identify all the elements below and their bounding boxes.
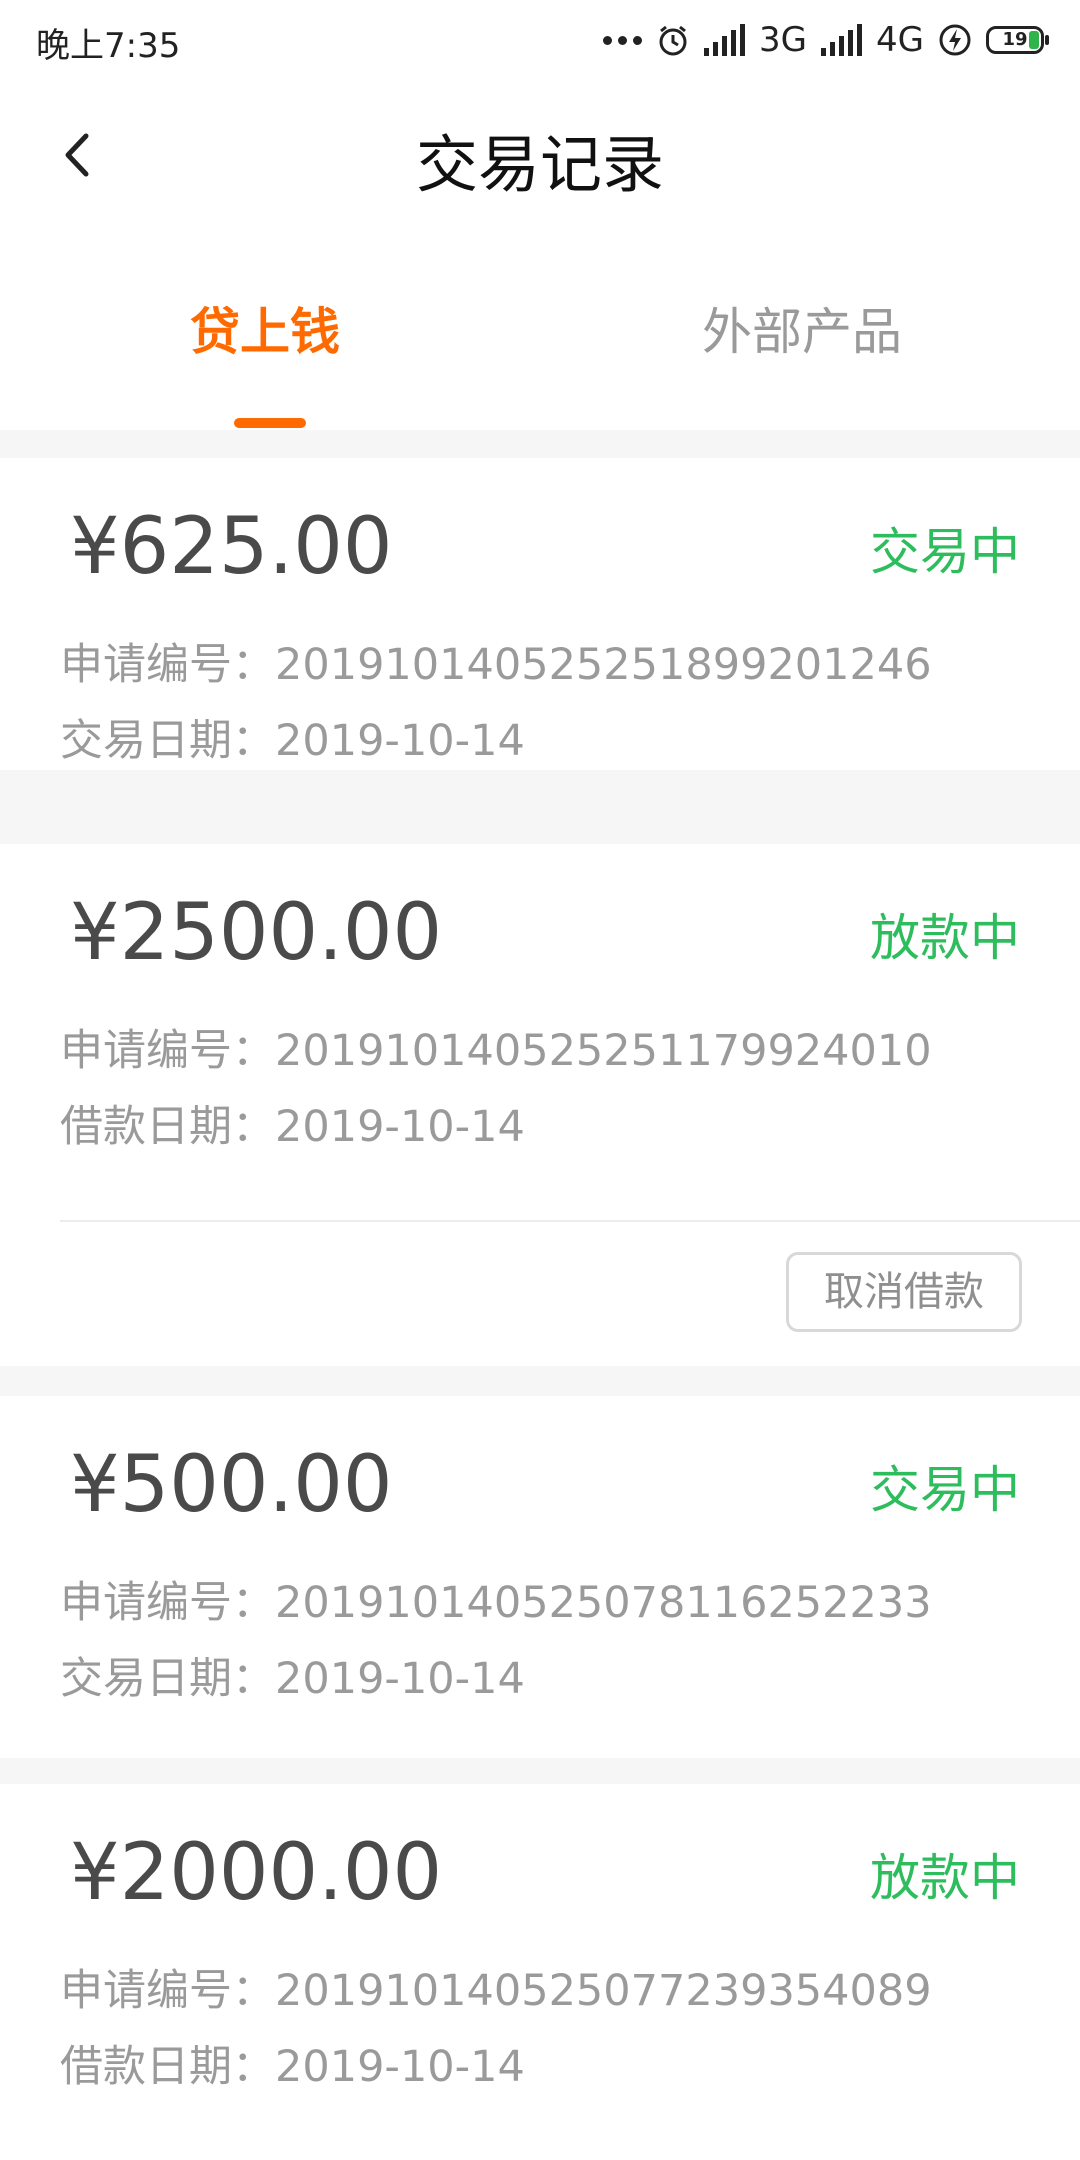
record-apply-no: 申请编号：20191014052507723935​4089 <box>60 1956 932 2018</box>
network-3g-label: 3G <box>759 20 808 60</box>
tab-bar: 贷上钱 外部产品 <box>0 230 1080 430</box>
record-date: 借款日期：2019-10-14 <box>60 2032 525 2094</box>
apply-no-label: 申请编号： <box>60 1578 275 1628</box>
record-card[interactable]: ¥2500.00 放款中 申请编号：20191014052525117992​4… <box>0 844 1080 1366</box>
record-apply-no: 申请编号：20191014052507811625​2233 <box>60 1568 932 1630</box>
date-value: 2019-10-14 <box>275 716 525 766</box>
date-value: 2019-10-14 <box>275 1654 525 1704</box>
record-status: 放款中 <box>870 1849 1020 1907</box>
date-label: 借款日期： <box>60 1102 275 1152</box>
tab-indicator <box>234 418 306 428</box>
record-status: 交易中 <box>870 1461 1020 1519</box>
record-date: 借款日期：2019-10-14 <box>60 1092 525 1154</box>
apply-no-label: 申请编号： <box>60 1026 275 1076</box>
record-date: 交易日期：2019-10-14 <box>60 1644 525 1706</box>
record-card[interactable]: ¥2000.00 放款中 申请编号：20191014052507723935​4… <box>0 1784 1080 2160</box>
apply-no-value: 20191014052525189920​1246 <box>275 640 932 690</box>
status-time: 晚上7:35 <box>36 26 181 66</box>
page-title: 交易记录 <box>415 128 664 201</box>
apply-no-label: 申请编号： <box>60 1966 275 2016</box>
signal-icon-2 <box>821 24 863 56</box>
tab-daishangqian[interactable]: 贷上钱 <box>190 292 340 364</box>
date-label: 交易日期： <box>60 1654 275 1704</box>
header: 交易记录 <box>0 80 1080 230</box>
date-label: 交易日期： <box>60 716 275 766</box>
tab-external-products[interactable]: 外部产品 <box>702 292 902 364</box>
more-dots-icon <box>603 35 643 45</box>
date-label: 借款日期： <box>60 2042 275 2092</box>
card-divider <box>60 1220 1080 1222</box>
network-4g-label: 4G <box>876 20 924 60</box>
apply-no-value: 20191014052525117992​4010 <box>275 1026 932 1076</box>
record-apply-no: 申请编号：20191014052525117992​4010 <box>60 1016 932 1078</box>
charging-icon <box>939 24 971 56</box>
battery-level: 19 <box>1002 29 1028 50</box>
record-amount: ¥2000.00 <box>70 1828 443 1918</box>
date-value: 2019-10-14 <box>275 1102 525 1152</box>
record-status: 交易中 <box>870 523 1020 581</box>
apply-no-value: 20191014052507723935​4089 <box>275 1966 932 2016</box>
record-card[interactable]: ¥500.00 交易中 申请编号：20191014052507811625​22… <box>0 1396 1080 1758</box>
record-status: 放款中 <box>870 909 1020 967</box>
record-card[interactable]: ¥625.00 交易中 申请编号：20191014052525189920​12… <box>0 458 1080 770</box>
battery-icon: 19 <box>986 26 1049 54</box>
record-amount: ¥625.00 <box>70 502 393 592</box>
record-date: 交易日期：2019-10-14 <box>60 706 525 768</box>
apply-no-value: 20191014052507811625​2233 <box>275 1578 932 1628</box>
alarm-icon <box>659 25 687 56</box>
status-icons: 3G 4G 19 <box>603 14 1049 66</box>
record-amount: ¥2500.00 <box>70 888 443 978</box>
record-apply-no: 申请编号：20191014052525189920​1246 <box>60 630 932 692</box>
date-value: 2019-10-14 <box>275 2042 525 2092</box>
status-bar: 晚上7:35 3G 4G 19 <box>0 0 1080 80</box>
signal-icon-1 <box>704 24 746 56</box>
apply-no-label: 申请编号： <box>60 640 275 690</box>
cancel-loan-button[interactable]: 取消借款 <box>786 1252 1022 1332</box>
record-amount: ¥500.00 <box>70 1440 393 1530</box>
